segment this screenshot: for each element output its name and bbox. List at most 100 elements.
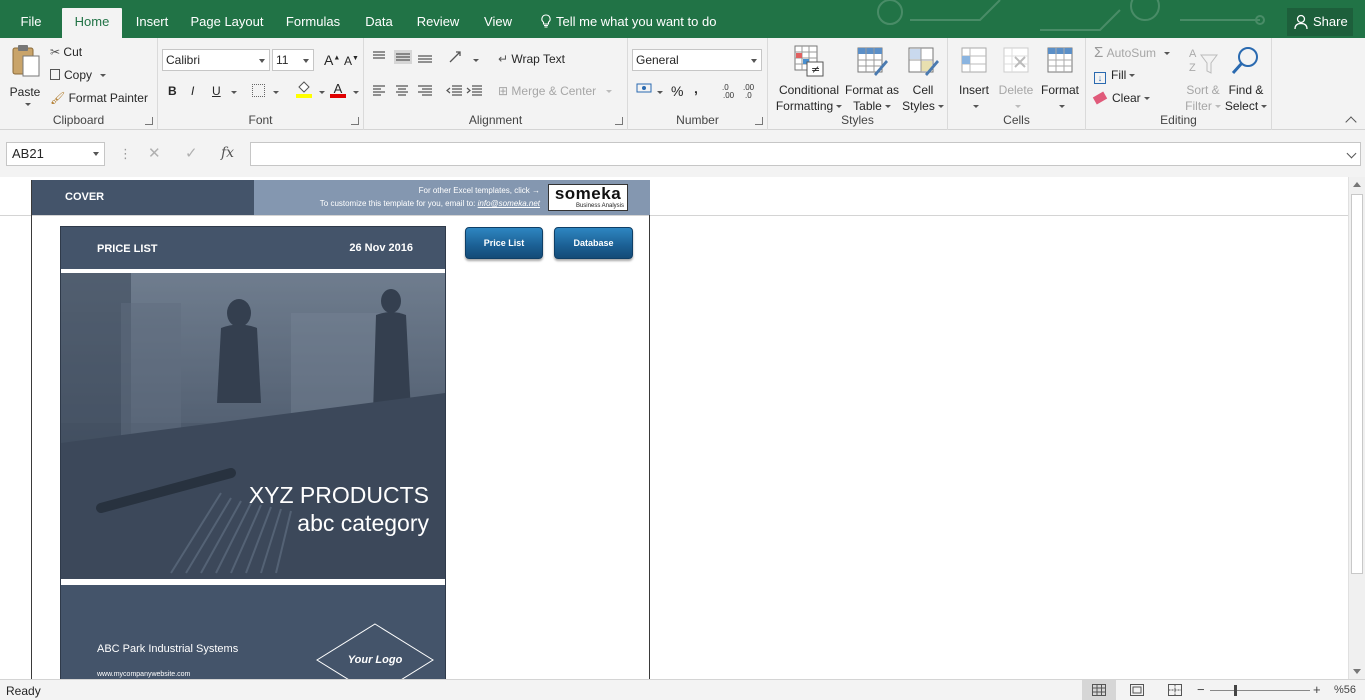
collapse-ribbon-icon[interactable] xyxy=(1345,116,1357,128)
copy-button[interactable]: Copy xyxy=(50,68,107,82)
accounting-format-button[interactable] xyxy=(636,82,663,99)
tab-insert[interactable]: Insert xyxy=(130,8,174,38)
alignment-group: ↵ Wrap Text ⊞ Merge & Center Alignment xyxy=(364,38,628,130)
page-layout-view-icon[interactable] xyxy=(1130,684,1144,696)
insert-cells-button[interactable]: Insert xyxy=(954,42,994,114)
tab-file[interactable]: File xyxy=(12,8,50,38)
normal-view-button[interactable] xyxy=(1082,680,1116,700)
find-select-button[interactable]: Find & Select xyxy=(1224,42,1268,114)
cut-button[interactable]: ✂ Cut xyxy=(50,45,82,59)
cell-styles-line2: Styles xyxy=(902,99,935,113)
circuit-decoration-icon xyxy=(877,0,1265,31)
cancel-entry-icon[interactable]: ✕ xyxy=(148,144,161,162)
alignment-launcher-icon[interactable] xyxy=(615,117,623,125)
underline-button[interactable]: U xyxy=(212,84,221,98)
fill-button[interactable]: ↓ Fill xyxy=(1094,68,1136,84)
expand-formula-bar-icon[interactable] xyxy=(1346,148,1357,159)
shrink-font-button[interactable]: A▼ xyxy=(344,54,359,68)
italic-button[interactable]: I xyxy=(191,84,194,98)
vertical-scrollbar[interactable] xyxy=(1348,177,1365,679)
formula-input[interactable] xyxy=(250,142,1361,166)
number-format-value: General xyxy=(636,53,679,67)
autosum-button[interactable]: Σ AutoSum xyxy=(1094,44,1170,61)
number-format-select[interactable]: General xyxy=(632,49,762,71)
company-website: www.mycompanywebsite.com xyxy=(97,671,191,678)
person-icon xyxy=(1294,14,1308,30)
email-link[interactable]: info@someka.net xyxy=(478,199,540,208)
zoom-out-button[interactable]: − xyxy=(1197,682,1205,697)
cell-styles-button[interactable]: Cell Styles xyxy=(900,42,944,114)
tab-view[interactable]: View xyxy=(478,8,518,38)
merge-center-button[interactable]: ⊞ Merge & Center xyxy=(498,84,613,98)
orientation-button[interactable] xyxy=(448,50,479,67)
database-button[interactable]: Database xyxy=(554,227,633,259)
conditional-formatting-label: Conditional Formatting xyxy=(772,82,846,114)
conditional-formatting-button[interactable]: ≠ Conditional Formatting xyxy=(772,42,846,114)
zoom-level[interactable]: %56 xyxy=(1334,684,1356,696)
vertical-align-icons[interactable] xyxy=(372,50,436,64)
scroll-down-icon[interactable] xyxy=(1353,669,1361,674)
font-color-button[interactable]: A xyxy=(330,81,346,98)
indent-icons[interactable] xyxy=(446,84,486,98)
find-select-dropdown-icon xyxy=(1261,105,1268,109)
format-as-table-icon xyxy=(857,47,888,76)
borders-icon[interactable] xyxy=(252,84,265,97)
font-group: Calibri 11 A▲ A▼ B I U A Font xyxy=(158,38,364,130)
insert-function-icon[interactable]: fx xyxy=(221,145,234,161)
format-painter-button[interactable]: 🖌 Format Painter xyxy=(50,91,148,105)
ribbon: Paste ✂ Cut Copy 🖌 Format Painter Clipbo… xyxy=(0,38,1365,130)
wrap-text-button[interactable]: ↵ Wrap Text xyxy=(498,52,565,66)
page-break-view-icon[interactable] xyxy=(1168,684,1182,696)
font-name-dropdown-icon xyxy=(259,59,265,63)
delete-cells-button[interactable]: Delete xyxy=(996,42,1036,114)
font-name-select[interactable]: Calibri xyxy=(162,49,270,71)
find-select-label: Find & Select xyxy=(1224,82,1268,114)
zoom-in-button[interactable]: + xyxy=(1313,682,1321,697)
worksheet[interactable]: COVER For other Excel templates, click →… xyxy=(0,177,1348,679)
font-launcher-icon[interactable] xyxy=(351,117,359,125)
paste-button[interactable]: Paste xyxy=(6,44,44,110)
grow-font-button[interactable]: A▲ xyxy=(324,52,340,68)
tab-review[interactable]: Review xyxy=(414,8,462,38)
tell-me-search[interactable]: Tell me what you want to do xyxy=(540,14,716,29)
tab-page-layout[interactable]: Page Layout xyxy=(188,8,266,38)
percent-button[interactable]: % xyxy=(671,83,683,99)
fill-color-button[interactable] xyxy=(296,81,312,98)
clear-dropdown-icon xyxy=(1143,97,1150,101)
price-list-button[interactable]: Price List xyxy=(465,227,543,259)
templates-link-text[interactable]: For other Excel templates, click → xyxy=(419,186,540,195)
comma-button[interactable]: ‚ xyxy=(694,80,698,96)
tab-data[interactable]: Data xyxy=(360,8,398,38)
font-size-select[interactable]: 11 xyxy=(272,49,314,71)
ribbon-tab-bar: File Home Insert Page Layout Formulas Da… xyxy=(0,0,1365,38)
horizontal-align-icons[interactable] xyxy=(372,84,436,98)
fill-color-dropdown-icon[interactable] xyxy=(319,91,325,94)
share-button[interactable]: Share xyxy=(1287,8,1353,36)
format-as-table-label: Format as Table xyxy=(840,82,904,114)
scroll-thumb[interactable] xyxy=(1351,194,1363,574)
name-box[interactable]: AB21 xyxy=(6,142,105,166)
delete-cells-dropdown-icon xyxy=(1014,105,1021,109)
borders-dropdown-icon[interactable] xyxy=(273,91,279,94)
zoom-slider-thumb[interactable] xyxy=(1234,685,1237,696)
decimal-buttons-icon[interactable]: .0.00 .00.0 xyxy=(720,82,760,100)
name-box-dropdown-icon xyxy=(93,152,99,156)
tab-home[interactable]: Home xyxy=(62,8,122,38)
tab-formulas[interactable]: Formulas xyxy=(282,8,344,38)
sort-filter-line1: Sort & xyxy=(1186,83,1220,97)
font-color-dropdown-icon[interactable] xyxy=(353,91,359,94)
number-format-dropdown-icon xyxy=(751,59,757,63)
format-cells-button[interactable]: Format xyxy=(1038,42,1082,114)
bold-button[interactable]: B xyxy=(168,84,177,98)
format-as-table-button[interactable]: Format as Table xyxy=(844,42,900,114)
clear-button[interactable]: Clear xyxy=(1092,91,1150,105)
scroll-up-icon[interactable] xyxy=(1353,182,1361,187)
clipboard-launcher-icon[interactable] xyxy=(145,117,153,125)
zoom-slider[interactable] xyxy=(1210,685,1310,696)
number-launcher-icon[interactable] xyxy=(755,117,763,125)
someka-logo[interactable]: someka Business Analysis xyxy=(548,184,628,211)
confirm-entry-icon[interactable]: ✓ xyxy=(185,144,198,162)
underline-dropdown-icon[interactable] xyxy=(231,91,237,94)
sort-filter-button[interactable]: A Z Sort & Filter xyxy=(1182,42,1224,114)
copy-label: Copy xyxy=(64,68,93,82)
